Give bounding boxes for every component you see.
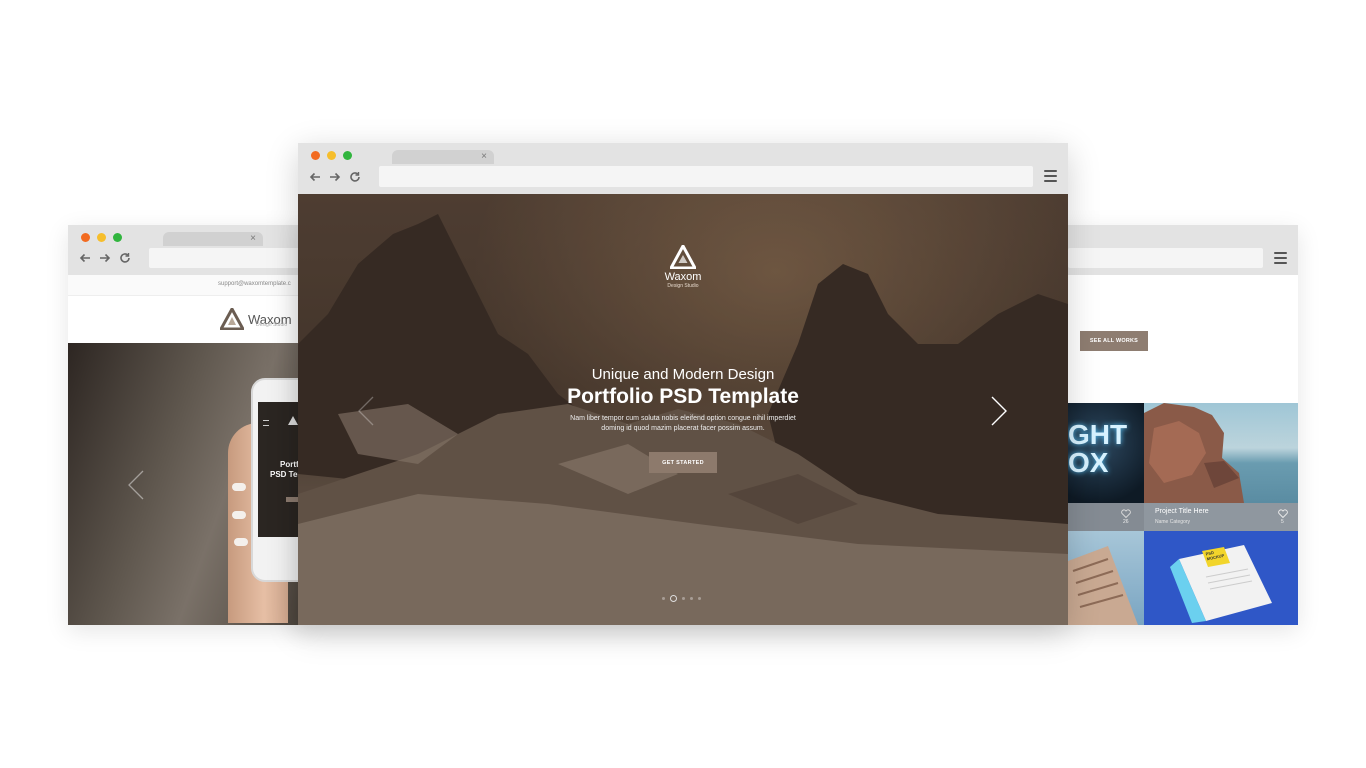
minimize-dot[interactable] [327, 151, 336, 160]
hero-kicker: Unique and Modern Design [591, 366, 775, 383]
address-bar[interactable] [379, 166, 1033, 187]
support-email[interactable]: support@waxomtemplate.c [218, 281, 291, 287]
hero-slider: Waxom Design Studio Unique and Modern De… [298, 194, 1068, 625]
browser-chrome: × [68, 225, 308, 275]
logo-triangle-icon [670, 245, 696, 269]
back-arrow-icon[interactable] [79, 252, 91, 264]
tab-close-icon[interactable]: × [250, 232, 256, 246]
logo-subtitle: Design Studio [256, 322, 288, 328]
hero-slider: Portf PSD Tem [68, 343, 308, 625]
browser-menu-icon[interactable] [1044, 170, 1057, 185]
pagination-dot[interactable] [662, 597, 665, 600]
browser-menu-icon[interactable] [1274, 252, 1287, 267]
fingernail [232, 511, 246, 519]
address-bar[interactable] [1068, 248, 1263, 268]
close-dot[interactable] [311, 151, 320, 160]
portfolio-tile-text-effect[interactable]: GHT OX [1068, 403, 1144, 503]
browser-tab[interactable]: × [392, 150, 494, 164]
portfolio-tile-info: 26 [1068, 503, 1144, 531]
back-arrow-icon[interactable] [309, 171, 321, 183]
window-controls [81, 233, 122, 242]
portfolio-tile-paper[interactable]: PSD MOCKUP [1144, 531, 1298, 625]
portfolio-tile-rocks[interactable] [1144, 403, 1298, 503]
forward-arrow-icon[interactable] [329, 171, 341, 183]
pagination-dot-active[interactable] [670, 595, 677, 602]
heart-icon[interactable] [1278, 509, 1288, 518]
like-count: 5 [1281, 519, 1284, 525]
top-bar: support@waxomtemplate.c [68, 275, 308, 296]
maximize-dot[interactable] [113, 233, 122, 242]
heart-icon[interactable] [1121, 509, 1131, 518]
project-title[interactable]: Project Title Here [1155, 508, 1209, 515]
phone-hero-title-1: Portf [280, 460, 299, 469]
pagination-dot[interactable] [682, 597, 685, 600]
reload-icon[interactable] [349, 171, 361, 183]
reload-icon[interactable] [119, 252, 131, 264]
nav-buttons [79, 252, 131, 264]
nav-buttons [309, 171, 361, 183]
next-arrow-icon[interactable] [991, 396, 1007, 426]
pagination-dot[interactable] [690, 597, 693, 600]
portfolio-tile-building[interactable] [1068, 531, 1144, 625]
browser-tab[interactable]: × [163, 232, 263, 246]
forward-arrow-icon[interactable] [99, 252, 111, 264]
prev-arrow-icon[interactable] [128, 470, 144, 500]
logo-subtitle: Design Studio [667, 283, 699, 289]
pagination-dot[interactable] [698, 597, 701, 600]
hero-title: Portfolio PSD Template [567, 385, 799, 408]
get-started-button[interactable]: GET STARTED [649, 452, 717, 473]
minimize-dot[interactable] [97, 233, 106, 242]
window-controls [311, 151, 352, 160]
paper-mockup-image [1170, 545, 1272, 623]
portfolio-tile-info: Project Title Here Name Category 5 [1144, 503, 1298, 531]
phone-menu-icon [263, 420, 269, 426]
like-count: 26 [1123, 519, 1129, 525]
browser-chrome: × [298, 143, 1068, 194]
site-logo[interactable]: Waxom Design Studio [220, 308, 292, 330]
rock-image [1144, 403, 1244, 503]
hero-description: Nam liber tempor cum soluta nobis eleife… [570, 415, 796, 432]
phone-logo-icon [288, 416, 298, 425]
maximize-dot[interactable] [343, 151, 352, 160]
fingernail [232, 483, 246, 491]
close-dot[interactable] [81, 233, 90, 242]
front-browser-window: × Waxom Design Studio Unique and Modern … [298, 143, 1068, 625]
fingernail [234, 538, 248, 546]
building-image [1068, 546, 1138, 625]
logo-triangle-icon [220, 308, 244, 330]
tile-text: GHT OX [1068, 419, 1128, 478]
address-bar[interactable] [149, 248, 308, 268]
see-all-works-button[interactable]: SEE ALL WORKS [1080, 331, 1148, 351]
project-category: Name Category [1155, 519, 1191, 525]
left-browser-window: × support@waxomtemplate.c Waxom Design S… [68, 225, 308, 625]
slider-pagination [662, 595, 701, 602]
prev-arrow-icon[interactable] [358, 396, 374, 426]
logo-text: Waxom [664, 271, 702, 283]
site-logo[interactable]: Waxom Design Studio [663, 245, 703, 289]
tab-close-icon[interactable]: × [481, 150, 487, 164]
